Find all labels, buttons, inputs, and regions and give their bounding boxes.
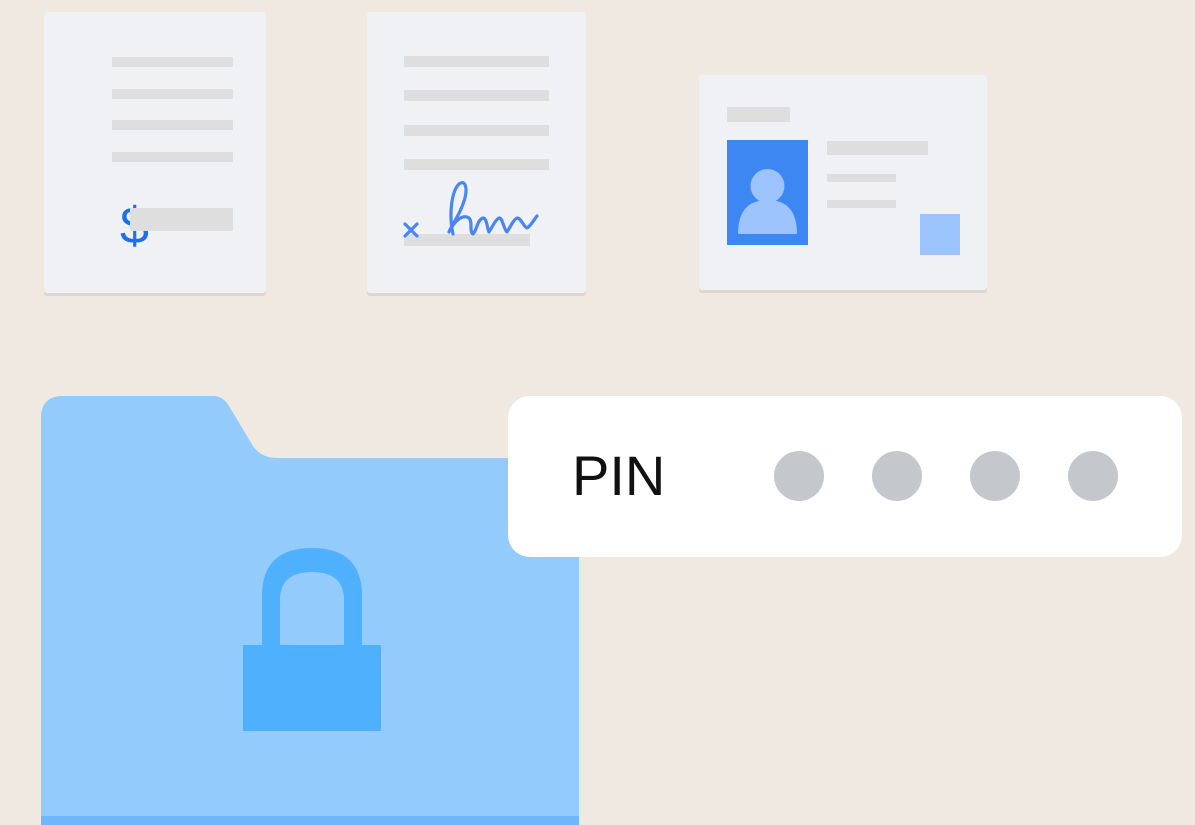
pin-entry-panel[interactable]: PIN xyxy=(508,396,1182,557)
person-icon xyxy=(738,169,797,234)
text-line xyxy=(827,174,896,182)
text-line xyxy=(727,107,790,122)
text-line xyxy=(112,57,233,67)
pin-digit-3 xyxy=(970,451,1020,501)
amount-field xyxy=(130,208,233,231)
id-stamp xyxy=(920,214,960,255)
text-line xyxy=(827,141,928,155)
text-line xyxy=(112,152,233,162)
signature-icon xyxy=(403,181,539,238)
text-line xyxy=(404,56,549,67)
invoice-document-card: $ xyxy=(44,12,266,293)
text-line xyxy=(404,125,549,136)
secure-folder[interactable] xyxy=(41,396,579,825)
pin-digit-4 xyxy=(1068,451,1118,501)
contract-document-card xyxy=(367,12,586,293)
text-line xyxy=(112,120,233,130)
pin-label: PIN xyxy=(572,444,666,507)
pin-digit-2 xyxy=(872,451,922,501)
text-line xyxy=(112,89,233,99)
text-line xyxy=(404,90,549,101)
pin-digit-1 xyxy=(774,451,824,501)
id-photo xyxy=(727,140,808,245)
text-line xyxy=(827,200,896,208)
text-line xyxy=(404,159,549,170)
id-card xyxy=(699,75,987,290)
